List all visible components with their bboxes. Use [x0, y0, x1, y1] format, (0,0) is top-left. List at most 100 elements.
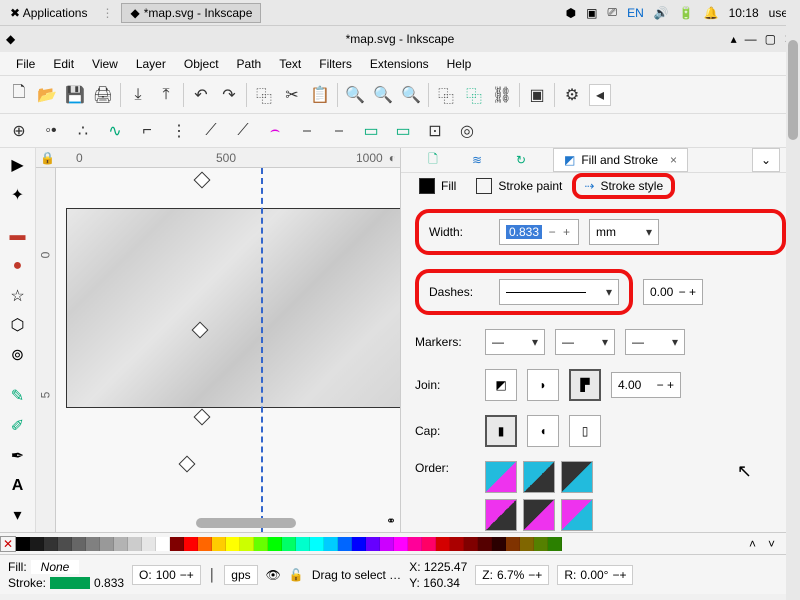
undo-icon[interactable]: ↶ — [190, 84, 212, 106]
palette-swatch[interactable] — [478, 537, 492, 551]
clock[interactable]: 10:18 — [729, 6, 759, 20]
palette-swatch[interactable] — [324, 537, 338, 551]
palette-swatch[interactable] — [254, 537, 268, 551]
opacity-field[interactable]: O: 100 −+ — [132, 565, 201, 585]
handle[interactable] — [194, 172, 211, 189]
group-icon[interactable]: ▣ — [526, 84, 548, 106]
map-rectangle[interactable] — [66, 208, 400, 408]
battery-icon[interactable]: 🔋 — [679, 6, 694, 20]
order-3-button[interactable] — [561, 461, 593, 493]
menu-file[interactable]: File — [8, 54, 43, 74]
rect-tool[interactable]: ▬ — [5, 223, 31, 249]
notification-icon[interactable]: 🔔 — [704, 6, 719, 20]
snap-curve-icon[interactable]: ⟋ — [200, 120, 222, 142]
palette-swatch[interactable] — [338, 537, 352, 551]
palette-swatch[interactable] — [464, 537, 478, 551]
unlink-icon[interactable]: ⛓ — [491, 84, 513, 106]
palette-swatch[interactable] — [44, 537, 58, 551]
palette-swatch[interactable] — [58, 537, 72, 551]
zoom-page-icon[interactable]: 🔍 — [400, 84, 422, 106]
panel-scrollbar[interactable] — [786, 0, 800, 600]
calligraphy-tool[interactable]: ✒ — [5, 443, 31, 469]
menu-object[interactable]: Object — [176, 54, 227, 74]
menu-filters[interactable]: Filters — [311, 54, 360, 74]
palette-swatch[interactable] — [520, 537, 534, 551]
layers-dialog-icon[interactable]: ≋ — [465, 148, 489, 172]
node-tool[interactable]: ✦ — [5, 182, 31, 208]
dashes-dropdown[interactable]: ▾ — [499, 279, 619, 305]
tab-stroke-style[interactable]: ⇢ Stroke style — [572, 173, 675, 199]
clone-icon[interactable]: ⿻ — [463, 84, 485, 106]
palette-swatch[interactable] — [310, 537, 324, 551]
lock-icon[interactable]: 🔒 — [40, 151, 55, 165]
tab-fill[interactable]: Fill — [409, 174, 466, 198]
palette-swatch[interactable] — [268, 537, 282, 551]
stepper-icon[interactable]: − + — [679, 285, 696, 299]
palette-swatch[interactable] — [450, 537, 464, 551]
palette-swatch[interactable] — [212, 537, 226, 551]
palette-swatch[interactable] — [548, 537, 562, 551]
menu-view[interactable]: View — [84, 54, 126, 74]
palette-swatch[interactable] — [506, 537, 520, 551]
rollup-button[interactable]: ▴ — [731, 32, 737, 46]
language-indicator[interactable]: EN — [627, 6, 644, 20]
snap-bbox2-icon[interactable]: ▭ — [392, 120, 414, 142]
stepper-icon[interactable]: − + — [657, 378, 674, 392]
object-dialog-icon[interactable]: ↻ — [509, 148, 533, 172]
order-1-button[interactable] — [485, 461, 517, 493]
snap-path-icon[interactable]: ∿ — [104, 120, 126, 142]
palette-swatch[interactable] — [198, 537, 212, 551]
palette-swatch[interactable] — [366, 537, 380, 551]
snap-target-icon[interactable]: ◎ — [456, 120, 478, 142]
snap-add-icon[interactable]: ⊕ — [8, 120, 30, 142]
zoom-fit-icon[interactable]: 🔍 — [344, 84, 366, 106]
palette-swatch[interactable] — [100, 537, 114, 551]
paste-icon[interactable]: 📋 — [309, 84, 331, 106]
snap-bbox-icon[interactable]: ▭ — [360, 120, 382, 142]
palette-swatch[interactable] — [30, 537, 44, 551]
open-icon[interactable]: 📂 — [36, 84, 58, 106]
tray-icon[interactable]: ▣ — [586, 6, 597, 20]
spiral-tool[interactable]: ⊚ — [5, 342, 31, 368]
palette-scroll-up-icon[interactable]: ˄ — [743, 537, 762, 551]
rotation-field[interactable]: R: 0.00° −+ — [557, 565, 633, 585]
color-mode-icon[interactable]: ⚭ — [386, 514, 396, 528]
applications-menu[interactable]: ✖ Applications — [4, 4, 93, 22]
maximize-button[interactable]: ▢ — [765, 32, 776, 46]
layer-selector[interactable]: gps — [224, 565, 257, 585]
join-bevel-button[interactable]: ◩ — [485, 369, 517, 401]
copy-icon[interactable]: ⿻ — [253, 84, 275, 106]
snap-seg-icon[interactable]: ⎯ — [328, 120, 350, 142]
palette-swatch[interactable] — [422, 537, 436, 551]
redo-icon[interactable]: ↷ — [218, 84, 240, 106]
menu-help[interactable]: Help — [439, 54, 480, 74]
import-icon[interactable]: ⤓ — [127, 84, 149, 106]
save-icon[interactable]: 💾 — [64, 84, 86, 106]
order-6-button[interactable] — [561, 499, 593, 531]
lock-icon[interactable]: 🔓 — [289, 568, 304, 582]
snap-dots-icon[interactable]: ⋮ — [168, 120, 190, 142]
tray-icon[interactable]: ⎚ — [607, 5, 617, 20]
handle[interactable] — [194, 409, 211, 426]
display-mode-icon[interactable]: ◐ — [389, 151, 396, 165]
palette-swatch[interactable] — [170, 537, 184, 551]
miter-limit-input[interactable]: 4.00 − + — [611, 372, 681, 398]
palette-swatch[interactable] — [142, 537, 156, 551]
palette-swatch[interactable] — [394, 537, 408, 551]
marker-end-dropdown[interactable]: —▾ — [625, 329, 685, 355]
palette-swatch[interactable] — [534, 537, 548, 551]
snap-curve2-icon[interactable]: ⟋ — [232, 120, 254, 142]
marker-start-dropdown[interactable]: —▾ — [485, 329, 545, 355]
snap-node-icon[interactable]: ◦• — [40, 120, 62, 142]
cap-square-button[interactable]: ▯ — [569, 415, 601, 447]
order-2-button[interactable] — [523, 461, 555, 493]
vertical-guide[interactable] — [261, 168, 263, 532]
box3d-tool[interactable]: ⬡ — [5, 312, 31, 338]
h-scrollbar[interactable] — [196, 518, 296, 528]
palette-swatch[interactable] — [184, 537, 198, 551]
visibility-icon[interactable]: 👁 — [266, 568, 281, 582]
canvas[interactable]: ⚭ — [56, 168, 400, 532]
palette-swatch[interactable] — [114, 537, 128, 551]
more-tools[interactable]: ▾ — [5, 502, 31, 528]
palette-swatch[interactable] — [296, 537, 310, 551]
